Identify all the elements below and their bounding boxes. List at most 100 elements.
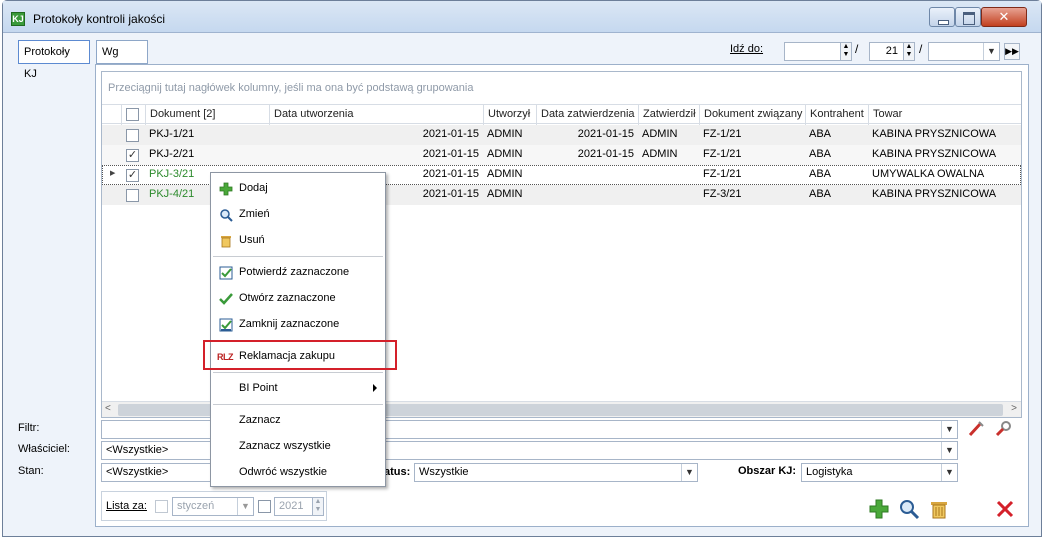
menu-item-otworz-zaznaczone[interactable]: Otwórz zaznaczone [211, 287, 385, 311]
cell-data-zatwierdzenia: 2021-01-15 [577, 128, 634, 140]
col-zatwierdzil[interactable]: Zatwierdził [638, 105, 699, 125]
menu-separator [213, 372, 383, 373]
chevron-down-icon[interactable]: ▼ [237, 498, 253, 515]
chevron-down-icon[interactable]: ▼ [941, 464, 957, 481]
clear-filter-icon[interactable] [966, 419, 986, 439]
menu-item-label: Reklamacja zakupu [239, 350, 335, 362]
col-kontrahent[interactable]: Kontrahent [805, 105, 868, 125]
goto-day-spinner[interactable]: ▲ ▼ [903, 43, 914, 60]
cell-kontrahent: ABA [809, 148, 832, 160]
close-icon[interactable] [994, 498, 1014, 518]
menu-item-usun[interactable]: Usuń [211, 229, 385, 253]
cell-data-zatwierdzenia [536, 185, 638, 205]
menu-item-label: Dodaj [239, 182, 268, 194]
cell-dokument: PKJ-2/21 [149, 148, 195, 160]
select-all-checkbox[interactable] [126, 108, 139, 121]
col-towar[interactable]: Towar [868, 105, 1022, 125]
scroll-right-icon[interactable]: > [1011, 403, 1017, 414]
list-for-year-checkbox[interactable] [258, 500, 271, 513]
menu-separator [213, 340, 383, 341]
close-window-button[interactable] [981, 7, 1027, 27]
state-select[interactable]: <Wszystkie> [101, 463, 211, 482]
goto-next-button[interactable]: ▶▶ [1004, 43, 1020, 60]
menu-item-zaznacz-wszystkie[interactable]: Zaznacz wszystkie [211, 435, 385, 459]
submenu-arrow-icon [373, 384, 377, 392]
cell-utworzyl: ADMIN [487, 128, 523, 140]
col-utworzyl[interactable]: Utworzył [483, 105, 536, 125]
menu-item-label: Odwróć wszystkie [239, 466, 328, 478]
status-select[interactable]: Wszystkie ▼ [414, 463, 698, 482]
cell-data-utworzenia: 2021-01-15 [422, 128, 479, 140]
menu-item-odwroc-wszystkie[interactable]: Odwróć wszystkie [211, 461, 385, 485]
add-button[interactable] [868, 498, 889, 519]
chevron-down-icon[interactable]: ▼ [681, 464, 697, 481]
list-for-month-select[interactable]: styczeń ▼ [172, 497, 254, 516]
tab-wg-daty[interactable]: Wg daty [96, 40, 148, 80]
edit-button[interactable] [898, 498, 920, 520]
goto-day-field[interactable]: 21 ▲ ▼ [869, 42, 915, 61]
owner-label: Właściciel: [18, 443, 70, 455]
row-checkbox-checked[interactable]: ✓ [126, 169, 139, 182]
cell-zatwierdzil [638, 185, 699, 205]
list-for-checkbox[interactable] [155, 500, 168, 513]
group-by-hint: Przeciągnij tutaj nagłówek kolumny, jeśl… [108, 82, 474, 94]
cell-dokument-zwiazany: FZ-1/21 [703, 128, 742, 140]
area-select[interactable]: Logistyka ▼ [801, 463, 958, 482]
minimize-button[interactable] [929, 7, 955, 27]
row-checkbox[interactable] [126, 129, 139, 142]
chevron-down-icon[interactable]: ▼ [983, 43, 999, 60]
status-label: atus: [384, 466, 411, 478]
col-data-utworzenia[interactable]: Data utworzenia [269, 105, 483, 125]
filter-label: Filtr: [18, 422, 40, 434]
tab-protokoly-kj[interactable]: Protokoły KJ [18, 40, 90, 80]
goto-date-field[interactable]: ▲ ▼ [784, 42, 852, 61]
table-row[interactable]: ✓ PKJ-2/21 2021-01-15 ADMIN 2021-01-15 A… [102, 145, 1021, 165]
year-spinner[interactable]: ▲ ▼ [312, 498, 323, 515]
trash-icon [219, 234, 233, 248]
date-separator-2: / [919, 42, 923, 56]
menu-item-label: Otwórz zaznaczone [239, 292, 336, 304]
menu-item-bi-point[interactable]: BI Point [211, 377, 385, 401]
cell-zatwierdzil: ADMIN [642, 128, 678, 140]
date-separator: / [855, 42, 859, 56]
menu-item-label: Zaznacz [239, 414, 281, 426]
menu-separator [213, 404, 383, 405]
cell-utworzyl: ADMIN [487, 148, 523, 160]
close-selected-icon [219, 318, 233, 332]
cell-dokument-zwiazany: FZ-1/21 [703, 148, 742, 160]
row-checkbox[interactable] [126, 189, 139, 202]
menu-item-reklamacja-zakupu[interactable]: RLZ Reklamacja zakupu [211, 345, 385, 369]
goto-label: Idź do: [730, 43, 764, 55]
chevron-down-icon[interactable]: ▼ [941, 442, 957, 459]
table-row[interactable]: PKJ-1/21 2021-01-15 ADMIN 2021-01-15 ADM… [102, 125, 1021, 145]
filter-builder-icon[interactable] [994, 419, 1014, 439]
cell-kontrahent: ABA [809, 168, 832, 180]
chevron-down-icon[interactable]: ▼ [941, 421, 957, 438]
state-label: Stan: [18, 465, 44, 477]
checkbox-checked-icon [219, 266, 233, 280]
cell-kontrahent: ABA [809, 128, 832, 140]
title-bar: KJ Protokoły kontroli jakości [3, 1, 1041, 33]
col-dokument[interactable]: Dokument [2] [145, 105, 269, 125]
menu-item-zamknij-zaznaczone[interactable]: Zamknij zaznaczone [211, 313, 385, 337]
header-select-all[interactable] [121, 105, 145, 125]
maximize-button[interactable] [955, 7, 981, 27]
cell-towar: KABINA PRYSZNICOWA [872, 148, 997, 160]
col-dokument-zwiazany[interactable]: Dokument związany [699, 105, 805, 125]
menu-item-dodaj[interactable]: Dodaj [211, 177, 385, 201]
scroll-left-icon[interactable]: < [105, 403, 111, 414]
area-label: Obszar KJ: [738, 465, 797, 477]
delete-button[interactable] [928, 498, 948, 519]
context-menu: Dodaj Zmień Usuń Potwierdź zaznaczone Ot… [210, 172, 386, 487]
row-checkbox-checked[interactable]: ✓ [126, 149, 139, 162]
list-for-year-field[interactable]: 2021 ▲ ▼ [274, 497, 324, 516]
list-for-label: Lista za: [106, 500, 147, 512]
menu-item-zaznacz[interactable]: Zaznacz [211, 409, 385, 433]
menu-item-potwierdz-zaznaczone[interactable]: Potwierdź zaznaczone [211, 261, 385, 285]
menu-separator [213, 256, 383, 257]
menu-item-zmien[interactable]: Zmień [211, 203, 385, 227]
window-title: Protokoły kontroli jakości [33, 12, 166, 26]
col-data-zatwierdzenia[interactable]: Data zatwierdzenia [536, 105, 638, 125]
goto-month-select[interactable]: ▼ [928, 42, 1000, 61]
goto-date-spinner[interactable]: ▲ ▼ [840, 43, 851, 60]
